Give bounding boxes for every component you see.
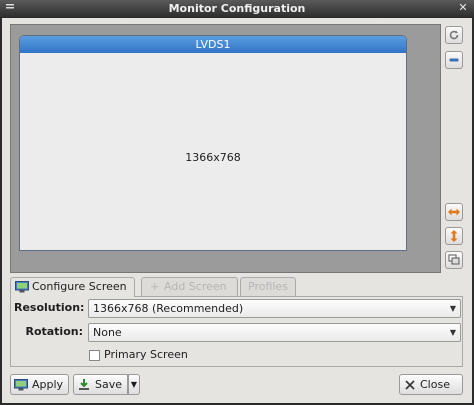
zoom-out-button[interactable] <box>445 51 463 69</box>
monitor-title-bar: LVDS1 <box>20 36 406 53</box>
add-icon: + <box>150 280 160 293</box>
chevron-down-icon: ▼ <box>449 304 456 313</box>
window-title: Monitor Configuration <box>168 2 306 15</box>
primary-screen-checkbox[interactable] <box>89 350 100 361</box>
rotate-button[interactable] <box>445 26 463 44</box>
mirror-horizontal-icon <box>448 208 460 216</box>
save-button-label: Save <box>95 378 123 391</box>
monitor-icon <box>15 281 29 293</box>
configure-screen-panel: Resolution: 1366x768 (Recommended) ▼ Rot… <box>10 296 463 367</box>
monitor-icon-svg <box>15 281 29 293</box>
save-button[interactable]: Save <box>73 374 128 395</box>
chevron-down-icon: ▼ <box>449 328 456 337</box>
primary-screen-label: Primary Screen <box>104 348 188 361</box>
resolution-label: Resolution: <box>14 301 85 314</box>
rotate-icon <box>449 30 459 40</box>
apply-button-label: Apply <box>32 378 64 391</box>
monitor-lvds1[interactable]: LVDS1 1366x768 <box>19 35 407 251</box>
window-titlebar: Monitor Configuration ✕ <box>0 0 474 17</box>
clone-icon <box>448 254 460 265</box>
tab-add-screen: + Add Screen <box>141 277 238 296</box>
save-icon <box>78 378 90 391</box>
clone-button[interactable] <box>445 251 463 269</box>
rotation-value: None <box>93 326 122 339</box>
save-options-button[interactable]: ▼ <box>128 374 140 395</box>
tab-add-screen-label: Add Screen <box>164 280 227 293</box>
window-menu-icon[interactable] <box>4 2 16 14</box>
mirror-vertical-button[interactable] <box>445 227 463 245</box>
close-icon-svg <box>405 379 415 390</box>
chevron-down-icon: ▼ <box>130 380 138 389</box>
monitor-icon <box>14 378 28 391</box>
monitor-name: LVDS1 <box>195 38 231 51</box>
resolution-value: 1366x768 (Recommended) <box>93 302 244 315</box>
tab-profiles: Profiles <box>240 277 296 296</box>
close-icon <box>405 379 415 390</box>
window-close-icon[interactable]: ✕ <box>457 2 469 14</box>
close-button-label: Close <box>420 378 450 391</box>
tab-profiles-label: Profiles <box>248 280 288 293</box>
mirror-vertical-icon <box>450 230 458 242</box>
close-button[interactable]: Close <box>399 374 463 395</box>
tab-configure-screen[interactable]: Configure Screen <box>10 277 135 297</box>
save-icon-svg <box>79 379 89 390</box>
mirror-horizontal-button[interactable] <box>445 203 463 221</box>
apply-button[interactable]: Apply <box>10 374 69 395</box>
apply-icon-svg <box>14 378 28 390</box>
window-client-area: LVDS1 1366x768 Configure Screen + Add Sc… <box>2 18 472 403</box>
rotation-label: Rotation: <box>25 325 83 338</box>
zoom-out-icon <box>449 58 459 62</box>
resolution-select[interactable]: 1366x768 (Recommended) ▼ <box>88 299 461 318</box>
monitor-layout-preview[interactable]: LVDS1 1366x768 <box>10 24 441 273</box>
monitor-resolution-label: 1366x768 <box>185 151 241 164</box>
tab-configure-screen-label: Configure Screen <box>32 280 127 293</box>
rotation-select[interactable]: None ▼ <box>88 323 461 342</box>
window-menu-icon-svg <box>6 4 14 9</box>
